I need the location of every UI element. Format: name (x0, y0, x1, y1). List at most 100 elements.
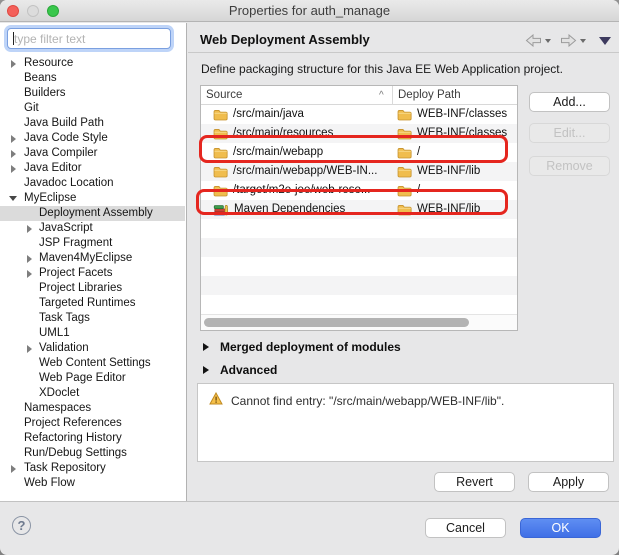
tree-toggle-icon[interactable] (11, 465, 16, 473)
filter-input[interactable] (7, 28, 171, 49)
sidebar-item-java-editor[interactable]: Java Editor (0, 161, 185, 176)
table-row[interactable]: /target/m2e-jee/web-reso... / (201, 181, 517, 200)
sidebar-item-label: Resource (24, 57, 73, 69)
sidebar-item-namespaces[interactable]: Namespaces (0, 401, 185, 416)
source-cell[interactable]: /src/main/webapp/WEB-IN... (201, 162, 392, 181)
table-row[interactable]: /src/main/resources WEB-INF/classes (201, 124, 517, 143)
tree-toggle-icon[interactable] (11, 135, 16, 143)
sidebar-item-project-facets[interactable]: Project Facets (0, 266, 185, 281)
sidebar-item-web-content-settings[interactable]: Web Content Settings (0, 356, 185, 371)
tree-toggle-icon[interactable] (11, 165, 16, 173)
revert-button[interactable]: Revert (434, 472, 515, 492)
sidebar-item-label: Javadoc Location (24, 177, 114, 189)
source-cell[interactable]: Maven Dependencies (201, 200, 392, 219)
sidebar-item-label: Project Libraries (39, 282, 122, 294)
text-caret (13, 32, 14, 45)
section-merged-deployment[interactable]: Merged deployment of modules (203, 340, 401, 354)
deploy-cell[interactable]: / (392, 143, 517, 162)
sort-ascending-icon[interactable]: ^ (379, 86, 384, 105)
source-path: Maven Dependencies (234, 200, 345, 219)
apply-button[interactable]: Apply (528, 472, 609, 492)
zoom-window-icon[interactable] (47, 5, 59, 17)
deploy-cell[interactable]: / (392, 181, 517, 200)
table-body: /src/main/java WEB-INF/classes /src/main… (201, 105, 517, 314)
sidebar-item-uml1[interactable]: UML1 (0, 326, 185, 341)
sidebar-item-xdoclet[interactable]: XDoclet (0, 386, 185, 401)
sidebar: Resource Beans Builders Git Java Build P… (0, 23, 187, 501)
deploy-cell[interactable]: WEB-INF/classes (392, 105, 517, 124)
table-row[interactable]: Maven Dependencies WEB-INF/lib (201, 200, 517, 219)
folder-icon (213, 128, 228, 140)
expand-arrow-icon[interactable] (203, 366, 209, 374)
column-header-deploy-path[interactable]: Deploy Path (398, 86, 461, 105)
tree-toggle-icon[interactable] (27, 255, 32, 263)
sidebar-item-refactoring-history[interactable]: Refactoring History (0, 431, 185, 446)
sidebar-item-task-tags[interactable]: Task Tags (0, 311, 185, 326)
sidebar-item-java-compiler[interactable]: Java Compiler (0, 146, 185, 161)
sidebar-item-javascript[interactable]: JavaScript (0, 221, 185, 236)
back-icon[interactable] (525, 34, 542, 47)
source-cell[interactable]: /target/m2e-jee/web-reso... (201, 181, 392, 200)
sidebar-item-project-libraries[interactable]: Project Libraries (0, 281, 185, 296)
table-row[interactable]: /src/main/webapp / (201, 143, 517, 162)
view-menu-icon[interactable] (599, 37, 611, 45)
horizontal-scrollbar[interactable] (201, 314, 517, 330)
sidebar-item-resource[interactable]: Resource (0, 56, 185, 71)
library-icon (213, 204, 229, 216)
sidebar-item-label: Run/Debug Settings (24, 447, 127, 459)
source-path: /src/main/webapp/WEB-IN... (233, 162, 377, 181)
sidebar-item-label: Java Editor (24, 162, 82, 174)
forward-menu-icon[interactable] (580, 39, 586, 43)
close-window-icon[interactable] (7, 5, 19, 17)
remove-button[interactable]: Remove (529, 156, 610, 176)
section-advanced[interactable]: Advanced (203, 363, 277, 377)
sidebar-item-targeted-runtimes[interactable]: Targeted Runtimes (0, 296, 185, 311)
sidebar-item-label: MyEclipse (24, 192, 76, 204)
edit-button[interactable]: Edit... (529, 123, 610, 143)
sidebar-item-run-debug-settings[interactable]: Run/Debug Settings (0, 446, 185, 461)
sidebar-item-javadoc-location[interactable]: Javadoc Location (0, 176, 185, 191)
table-row[interactable]: /src/main/java WEB-INF/classes (201, 105, 517, 124)
sidebar-item-jsp-fragment[interactable]: JSP Fragment (0, 236, 185, 251)
source-cell[interactable]: /src/main/resources (201, 124, 392, 143)
source-cell[interactable]: /src/main/webapp (201, 143, 392, 162)
sidebar-item-maven4myeclipse[interactable]: Maven4MyEclipse (0, 251, 185, 266)
column-header-source[interactable]: Source (206, 86, 242, 105)
expand-arrow-icon[interactable] (203, 343, 209, 351)
help-button[interactable]: ? (12, 516, 31, 535)
back-menu-icon[interactable] (545, 39, 551, 43)
forward-icon[interactable] (560, 34, 577, 47)
deploy-cell[interactable]: WEB-INF/lib (392, 200, 517, 219)
sidebar-item-validation[interactable]: Validation (0, 341, 185, 356)
header-divider (188, 52, 619, 53)
cancel-button[interactable]: Cancel (425, 518, 506, 538)
add-button[interactable]: Add... (529, 92, 610, 112)
sidebar-item-web-flow[interactable]: Web Flow (0, 476, 185, 491)
folder-icon (397, 166, 412, 178)
sidebar-item-task-repository[interactable]: Task Repository (0, 461, 185, 476)
sidebar-item-myeclipse[interactable]: MyEclipse (0, 191, 185, 206)
tree-toggle-icon[interactable] (27, 225, 32, 233)
tree-toggle-icon[interactable] (11, 150, 16, 158)
sidebar-item-builders[interactable]: Builders (0, 86, 185, 101)
tree-toggle-icon[interactable] (27, 345, 32, 353)
sidebar-item-java-code-style[interactable]: Java Code Style (0, 131, 185, 146)
sidebar-item-beans[interactable]: Beans (0, 71, 185, 86)
deploy-cell[interactable]: WEB-INF/lib (392, 162, 517, 181)
sidebar-item-java-build-path[interactable]: Java Build Path (0, 116, 185, 131)
sidebar-item-deployment-assembly[interactable]: Deployment Assembly (0, 206, 185, 221)
minimize-window-icon (27, 5, 39, 17)
sidebar-item-git[interactable]: Git (0, 101, 185, 116)
warning-message: Cannot find entry: "/src/main/webapp/WEB… (231, 394, 504, 408)
sidebar-item-web-page-editor[interactable]: Web Page Editor (0, 371, 185, 386)
properties-tree: Resource Beans Builders Git Java Build P… (0, 56, 185, 491)
ok-button[interactable]: OK (520, 518, 601, 538)
table-row[interactable]: /src/main/webapp/WEB-IN... WEB-INF/lib (201, 162, 517, 181)
deploy-cell[interactable]: WEB-INF/classes (392, 124, 517, 143)
sidebar-item-project-references[interactable]: Project References (0, 416, 185, 431)
scrollbar-thumb[interactable] (204, 318, 469, 327)
tree-toggle-icon[interactable] (27, 270, 32, 278)
tree-toggle-icon[interactable] (9, 196, 17, 201)
source-cell[interactable]: /src/main/java (201, 105, 392, 124)
tree-toggle-icon[interactable] (11, 60, 16, 68)
